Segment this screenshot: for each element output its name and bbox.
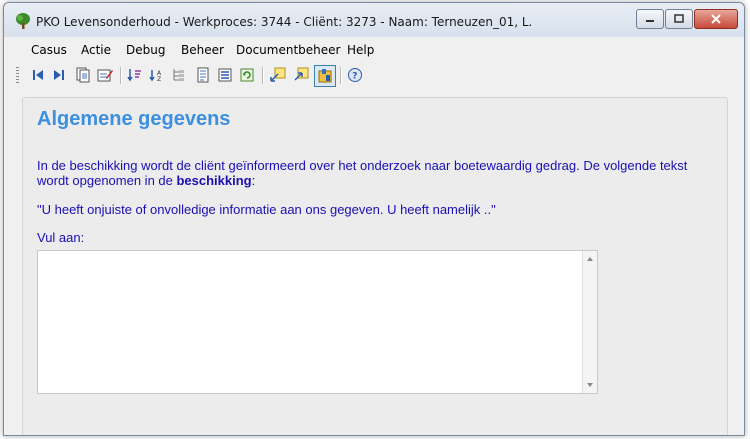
svg-text:Z: Z — [157, 76, 161, 83]
menu-casus[interactable]: Casus — [31, 43, 67, 57]
toolbar: AZ ? — [4, 61, 744, 89]
info-paragraph: In de beschikking wordt de cliënt geïnfo… — [37, 158, 697, 188]
sort-down-icon — [127, 69, 141, 82]
menu-beheer[interactable]: Beheer — [181, 43, 224, 57]
minimize-button[interactable] — [636, 9, 664, 29]
database-icon — [318, 69, 332, 83]
toolbar-separator — [340, 67, 342, 84]
first-icon — [33, 70, 43, 80]
content-panel: Algemene gegevens In de beschikking word… — [22, 97, 728, 435]
vertical-scrollbar[interactable] — [582, 251, 597, 393]
minimize-icon — [646, 20, 654, 22]
menu-debug[interactable]: Debug — [126, 43, 165, 57]
close-icon — [711, 14, 721, 24]
menu-documentbeheer[interactable]: Documentbeheer — [236, 43, 340, 57]
sort-az-button[interactable]: AZ — [148, 66, 166, 84]
note-out-button[interactable] — [292, 66, 310, 84]
menu-actie[interactable]: Actie — [81, 43, 111, 57]
documents-icon — [76, 67, 90, 83]
toolbar-separator — [120, 67, 122, 84]
note-in-button[interactable] — [269, 66, 287, 84]
edit-button[interactable] — [96, 66, 114, 84]
first-record-button[interactable] — [29, 66, 47, 84]
info-text: In de beschikking wordt de cliënt geïnfo… — [37, 158, 688, 188]
scroll-down-icon[interactable] — [587, 383, 593, 387]
last-record-button[interactable] — [50, 66, 68, 84]
menu-help[interactable]: Help — [347, 43, 374, 57]
help-icon: ? — [348, 68, 362, 82]
refresh-icon — [240, 68, 254, 82]
tree-app-icon — [16, 13, 30, 29]
note-in-icon — [270, 67, 286, 82]
sort-az-icon: AZ — [149, 70, 162, 83]
refresh-button[interactable] — [238, 66, 256, 84]
tree-icon — [173, 69, 184, 81]
maximize-button[interactable] — [665, 9, 693, 29]
svg-text:?: ? — [352, 72, 357, 82]
menu-bar: Casus Actie Debug Beheer Documentbeheer … — [4, 39, 744, 61]
last-icon — [54, 70, 64, 80]
window-title: PKO Levensonderhoud - Werkproces: 3744 -… — [36, 15, 533, 29]
note-out-icon — [294, 67, 309, 81]
info-bold: beschikking — [176, 173, 252, 188]
page-icon — [197, 67, 209, 83]
documents-button[interactable] — [74, 66, 92, 84]
help-button[interactable]: ? — [346, 66, 364, 84]
toolbar-grip[interactable] — [16, 67, 19, 83]
close-button[interactable] — [694, 9, 738, 29]
scroll-up-icon[interactable] — [587, 257, 593, 261]
list-icon — [218, 68, 232, 82]
edit-icon — [97, 69, 113, 82]
fill-label: Vul aan: — [37, 230, 85, 245]
fill-textarea[interactable] — [37, 250, 598, 394]
info-suffix: : — [251, 173, 256, 188]
app-window: PKO Levensonderhoud - Werkproces: 3744 -… — [3, 2, 745, 436]
toolbar-separator — [262, 67, 264, 84]
quote-text: "U heeft onjuiste of onvolledige informa… — [37, 202, 496, 217]
list-button[interactable] — [216, 66, 234, 84]
page-button[interactable] — [194, 66, 212, 84]
sort-down-button[interactable] — [126, 66, 144, 84]
page-title: Algemene gegevens — [37, 108, 231, 130]
maximize-icon — [674, 14, 684, 23]
tree-view-button[interactable] — [170, 66, 188, 84]
title-bar[interactable]: PKO Levensonderhoud - Werkproces: 3744 -… — [4, 3, 744, 37]
database-button[interactable] — [314, 65, 336, 87]
